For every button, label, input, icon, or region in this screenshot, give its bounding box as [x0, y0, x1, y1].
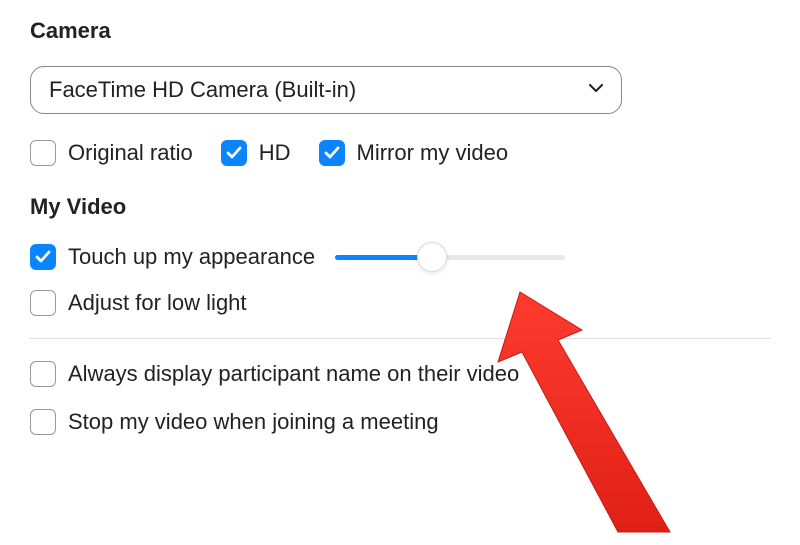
- stop-video-label: Stop my video when joining a meeting: [68, 409, 439, 435]
- touch-up-slider-thumb[interactable]: [417, 242, 447, 272]
- display-name-label: Always display participant name on their…: [68, 361, 519, 387]
- section-title-my-video: My Video: [30, 194, 770, 220]
- hd-checkbox[interactable]: [221, 140, 247, 166]
- display-name-checkbox[interactable]: [30, 361, 56, 387]
- hd-label: HD: [259, 140, 291, 166]
- camera-dropdown-value: FaceTime HD Camera (Built-in): [49, 77, 356, 103]
- chevron-down-icon: [589, 83, 603, 97]
- divider: [30, 338, 770, 339]
- touch-up-label: Touch up my appearance: [68, 244, 315, 270]
- section-title-camera: Camera: [30, 18, 770, 44]
- stop-video-checkbox[interactable]: [30, 409, 56, 435]
- low-light-checkbox[interactable]: [30, 290, 56, 316]
- low-light-label: Adjust for low light: [68, 290, 247, 316]
- original-ratio-label: Original ratio: [68, 140, 193, 166]
- touch-up-slider-track[interactable]: [335, 255, 565, 260]
- camera-dropdown[interactable]: FaceTime HD Camera (Built-in): [30, 66, 622, 114]
- touch-up-checkbox[interactable]: [30, 244, 56, 270]
- original-ratio-checkbox[interactable]: [30, 140, 56, 166]
- mirror-checkbox[interactable]: [319, 140, 345, 166]
- mirror-label: Mirror my video: [357, 140, 509, 166]
